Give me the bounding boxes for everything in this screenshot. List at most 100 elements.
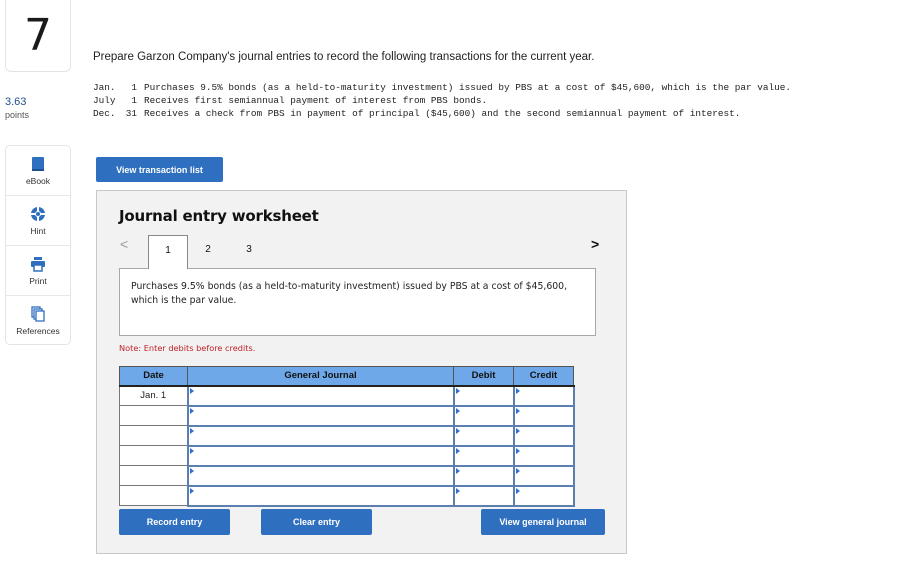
question-prompt: Prepare Garzon Company's journal entries…	[93, 51, 595, 63]
dropdown-marker-icon	[189, 487, 194, 494]
general-journal-input[interactable]	[188, 407, 453, 426]
previous-entry-chevron-icon[interactable]: <	[120, 236, 128, 252]
clear-entry-button[interactable]: Clear entry	[261, 509, 372, 535]
debit-input-cell	[452, 444, 515, 467]
debit-input[interactable]	[454, 407, 513, 426]
dropdown-marker-icon	[455, 427, 460, 434]
debit-input[interactable]	[454, 387, 513, 406]
credit-input-cell	[512, 484, 575, 507]
points-display: 3.63 points	[5, 96, 29, 120]
transaction-row: Jan. 1 Purchases 9.5% bonds (as a held-t…	[93, 81, 834, 94]
credit-input[interactable]	[514, 447, 573, 466]
next-entry-chevron-icon[interactable]: >	[591, 236, 599, 252]
general-journal-input[interactable]	[188, 487, 453, 506]
general-journal-input-cell	[186, 384, 455, 407]
journal-date-cell	[119, 465, 188, 486]
general-journal-input[interactable]	[188, 467, 453, 486]
tab-entry-1[interactable]: 1	[148, 235, 188, 269]
credit-input-cell	[512, 464, 575, 487]
credit-input-cell	[512, 444, 575, 467]
general-journal-input-cell	[186, 404, 455, 427]
column-header-date: Date	[119, 366, 188, 387]
book-icon	[32, 156, 44, 171]
credit-input[interactable]	[514, 487, 573, 506]
debit-input-cell	[452, 464, 515, 487]
journal-row	[119, 404, 575, 427]
worksheet-title: Journal entry worksheet	[119, 207, 319, 225]
tool-ebook[interactable]: eBook	[6, 146, 70, 196]
general-journal-input-cell	[186, 464, 455, 487]
view-general-journal-button[interactable]: View general journal	[481, 509, 605, 535]
dropdown-marker-icon	[455, 407, 460, 414]
credit-input-cell	[512, 384, 575, 407]
general-journal-input-cell	[186, 424, 455, 447]
dropdown-marker-icon	[455, 467, 460, 474]
tool-print-label: Print	[29, 275, 47, 286]
dropdown-marker-icon	[455, 387, 460, 394]
debit-input[interactable]	[454, 447, 513, 466]
journal-table: Date General Journal Debit Credit Jan. 1	[119, 366, 575, 507]
credit-input[interactable]	[514, 387, 573, 406]
column-header-debit: Debit	[453, 366, 514, 387]
journal-date-cell	[119, 425, 188, 446]
debit-input-cell	[452, 404, 515, 427]
transaction-description: Receives a check from PBS in payment of …	[144, 108, 741, 119]
credit-input[interactable]	[514, 467, 573, 486]
journal-date-cell: Jan. 1	[119, 385, 188, 406]
dropdown-marker-icon	[189, 387, 194, 394]
points-label: points	[5, 110, 30, 120]
tool-hint[interactable]: Hint	[6, 196, 70, 246]
tool-ebook-label: eBook	[25, 175, 51, 186]
general-journal-input[interactable]	[188, 387, 453, 406]
journal-row	[119, 464, 575, 487]
debit-input[interactable]	[454, 427, 513, 446]
dropdown-marker-icon	[189, 447, 194, 454]
tool-references[interactable]: References	[6, 296, 70, 346]
tool-print[interactable]: Print	[6, 246, 70, 296]
dropdown-marker-icon	[515, 487, 520, 494]
dropdown-marker-icon	[515, 387, 520, 394]
dropdown-marker-icon	[515, 407, 520, 414]
tab-entry-3[interactable]: 3	[229, 235, 269, 268]
journal-row	[119, 484, 575, 507]
journal-entry-worksheet: Journal entry worksheet < 1 2 3 > Purcha…	[96, 190, 627, 554]
documents-icon	[31, 306, 45, 322]
journal-date-cell	[119, 445, 188, 466]
transaction-row: July 1 Receives first semiannual payment…	[93, 94, 834, 107]
journal-date-cell	[119, 405, 188, 426]
transaction-month: July	[93, 95, 116, 106]
journal-row	[119, 424, 575, 447]
dropdown-marker-icon	[455, 447, 460, 454]
lifebuoy-icon	[31, 206, 45, 221]
transaction-day: 31	[125, 108, 137, 119]
transaction-description: Purchases 9.5% bonds (as a held-to-matur…	[144, 82, 791, 93]
dropdown-marker-icon	[515, 447, 520, 454]
journal-date-cell	[119, 485, 188, 506]
transaction-description: Receives first semiannual payment of int…	[144, 95, 488, 106]
general-journal-input[interactable]	[188, 447, 453, 466]
debit-input[interactable]	[454, 467, 513, 486]
credit-input[interactable]	[514, 427, 573, 446]
record-entry-button[interactable]: Record entry	[119, 509, 230, 535]
dropdown-marker-icon	[189, 467, 194, 474]
printer-icon	[31, 256, 45, 272]
dropdown-marker-icon	[189, 427, 194, 434]
credit-input[interactable]	[514, 407, 573, 426]
transaction-day: 1	[131, 95, 137, 106]
debit-input[interactable]	[454, 487, 513, 506]
debit-input-cell	[452, 384, 515, 407]
general-journal-input[interactable]	[188, 427, 453, 446]
transaction-month: Jan.	[93, 82, 116, 93]
transaction-day: 1	[131, 82, 137, 93]
dropdown-marker-icon	[515, 427, 520, 434]
column-header-general-journal: General Journal	[187, 366, 454, 387]
general-journal-input-cell	[186, 484, 455, 507]
view-transaction-list-button[interactable]: View transaction list	[96, 157, 223, 182]
tab-entry-2[interactable]: 2	[188, 235, 228, 268]
journal-row	[119, 444, 575, 467]
transaction-description-box: Purchases 9.5% bonds (as a held-to-matur…	[119, 268, 596, 336]
dropdown-marker-icon	[515, 467, 520, 474]
side-toolbar: eBook Hint Print References	[5, 145, 71, 345]
debits-credits-note: Note: Enter debits before credits.	[119, 343, 256, 353]
general-journal-input-cell	[186, 444, 455, 467]
